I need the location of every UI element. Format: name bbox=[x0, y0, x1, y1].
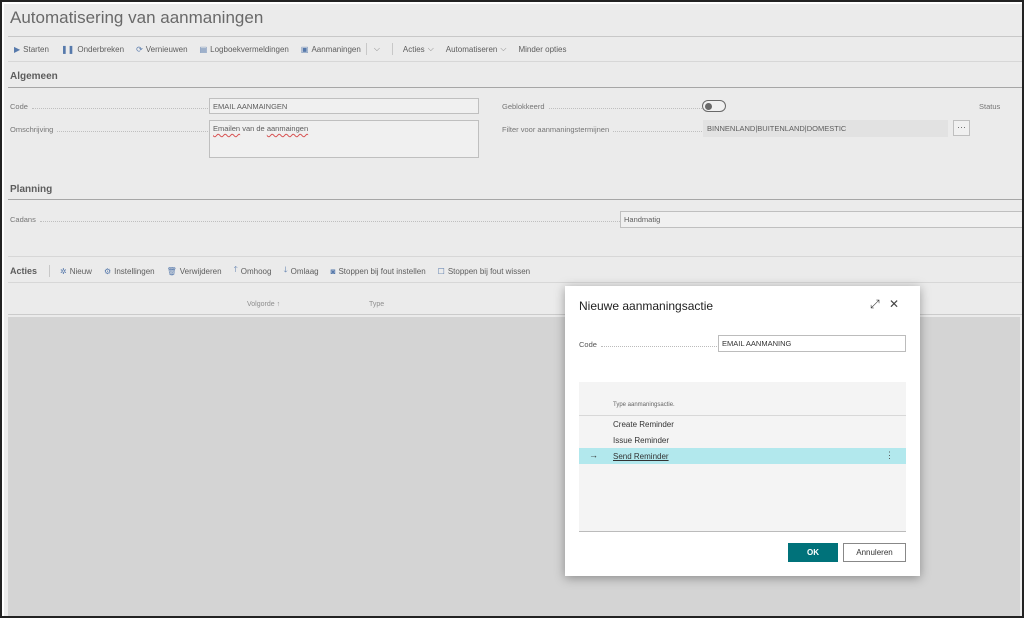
toolbar-divider bbox=[8, 61, 1022, 62]
delete-button[interactable]: 🗑 Verwijderen bbox=[167, 267, 222, 276]
new-reminder-action-dialog: Nieuwe aanmaningsactie ⤢ ✕ Code EMAIL AA… bbox=[565, 286, 920, 576]
log-icon: ▤ bbox=[199, 44, 208, 54]
chevron-down-icon: ⌵ bbox=[500, 44, 507, 53]
action-type-list: Type aanmaningsactie. Create Reminder Is… bbox=[579, 382, 906, 532]
column-header-type[interactable]: Type bbox=[369, 301, 384, 308]
pause-icon: ❚❚ bbox=[60, 44, 75, 54]
description-field[interactable]: Emailen van de aanmaingen bbox=[209, 120, 479, 158]
lines-toolbar: Acties ✲ Nieuw ⚙ Instellingen 🗑 Verwijde… bbox=[10, 264, 542, 278]
status-label: Status bbox=[979, 102, 1001, 111]
move-up-button[interactable]: 🡑 Omhoog bbox=[234, 264, 272, 278]
actions-top-divider bbox=[8, 256, 1022, 257]
actions-menu[interactable]: Acties ⌵ bbox=[403, 44, 434, 54]
page-title: Automatisering van aanmaningen bbox=[10, 8, 264, 27]
actions-bottom-divider bbox=[8, 282, 1022, 283]
column-header-sequence[interactable]: Volgorde ↑ bbox=[247, 301, 280, 308]
code-field[interactable]: EMAIL AANMAINGEN bbox=[209, 98, 479, 114]
filter-label: Filter voor aanmaningstermijnen bbox=[502, 125, 702, 134]
more-vertical-icon[interactable]: ⋮ bbox=[885, 450, 894, 461]
sparkle-icon: ✲ bbox=[60, 266, 67, 276]
new-button[interactable]: ✲ Nieuw bbox=[60, 267, 92, 276]
play-icon: ▶ bbox=[14, 44, 21, 54]
description-word-3: aanmaingen bbox=[266, 124, 309, 133]
arrow-down-icon: 🡓 bbox=[283, 265, 288, 274]
dialog-code-field[interactable]: EMAIL AANMANING bbox=[718, 335, 906, 352]
arrow-right-icon: → bbox=[589, 450, 598, 460]
section-planning-title[interactable]: Planning bbox=[10, 184, 52, 195]
list-item[interactable]: Issue Reminder bbox=[579, 432, 906, 448]
general-divider bbox=[8, 87, 1022, 88]
clear-stop-on-error-button[interactable]: ☐ Stoppen bij fout wissen bbox=[438, 267, 530, 276]
blocked-label: Geblokkeerd bbox=[502, 102, 702, 111]
start-button[interactable]: ▶ Starten bbox=[14, 45, 49, 54]
toggle-knob bbox=[705, 102, 712, 110]
description-word-1: Emailen bbox=[213, 124, 241, 133]
automate-menu[interactable]: Automatiseren ⌵ bbox=[446, 44, 507, 54]
chevron-down-icon[interactable]: ⌵ bbox=[374, 44, 380, 54]
code-label: Code bbox=[10, 102, 208, 111]
ok-button[interactable]: OK bbox=[788, 543, 838, 562]
cadence-label: Cadans bbox=[10, 215, 620, 224]
set-stop-on-error-button[interactable]: ◙ Stoppen bij fout instellen bbox=[331, 267, 426, 276]
expand-icon[interactable]: ⤢ bbox=[870, 297, 880, 312]
chevron-down-icon: ⌵ bbox=[427, 44, 434, 53]
list-bottom-border bbox=[579, 531, 906, 532]
description-word-2: van de bbox=[242, 124, 265, 133]
reminders-button[interactable]: ▣ Aanmaningen ⌵ bbox=[301, 43, 380, 55]
toolbar-separator bbox=[391, 43, 393, 55]
filter-field[interactable]: BINNENLAND|BUITENLAND|DOMESTIC bbox=[703, 120, 948, 137]
section-general-title[interactable]: Algemeen bbox=[10, 71, 58, 82]
arrow-up-icon: 🡑 bbox=[233, 265, 238, 274]
checkbox-icon: ☐ bbox=[437, 266, 445, 276]
list-item-selected[interactable]: → Send Reminder ⋮ bbox=[579, 448, 906, 464]
stop-set-icon: ◙ bbox=[330, 266, 336, 276]
log-entries-button[interactable]: ▤ Logboekvermeldingen bbox=[200, 45, 289, 54]
main-toolbar: ▶ Starten ❚❚ Onderbreken ⟳ Vernieuwen ▤ … bbox=[14, 43, 578, 55]
description-label: Omschrijving bbox=[10, 125, 208, 134]
fewer-options-button[interactable]: Minder opties bbox=[518, 45, 566, 54]
list-header: Type aanmaningsactie. bbox=[613, 402, 675, 408]
settings-button[interactable]: ⚙ Instellingen bbox=[104, 267, 155, 276]
close-icon[interactable]: ✕ bbox=[889, 297, 899, 311]
blocked-toggle[interactable] bbox=[702, 100, 726, 112]
dialog-title: Nieuwe aanmaningsactie bbox=[579, 299, 714, 313]
refresh-icon: ⟳ bbox=[136, 44, 143, 54]
lines-actions-title[interactable]: Acties bbox=[10, 266, 37, 276]
cancel-button[interactable]: Annuleren bbox=[843, 543, 906, 562]
cadence-field[interactable]: Handmatig bbox=[620, 211, 1022, 228]
ellipsis-icon: ··· bbox=[957, 122, 966, 132]
move-down-button[interactable]: 🡓 Omlaag bbox=[283, 264, 318, 278]
filter-lookup-button[interactable]: ··· bbox=[953, 120, 970, 136]
lines-toolbar-separator bbox=[49, 265, 51, 277]
window-frame: Automatisering van aanmaningen ▶ Starten… bbox=[0, 0, 1024, 618]
title-divider bbox=[8, 36, 1022, 37]
document-icon: ▣ bbox=[300, 44, 309, 54]
list-item[interactable]: Create Reminder bbox=[579, 416, 906, 432]
refresh-button[interactable]: ⟳ Vernieuwen bbox=[136, 45, 188, 54]
reminders-split bbox=[365, 43, 367, 55]
gear-icon: ⚙ bbox=[103, 266, 112, 276]
dialog-code-label: Code bbox=[579, 340, 717, 349]
trash-icon: 🗑 bbox=[166, 266, 177, 276]
planning-divider bbox=[8, 199, 1022, 200]
pause-button[interactable]: ❚❚ Onderbreken bbox=[61, 45, 124, 54]
